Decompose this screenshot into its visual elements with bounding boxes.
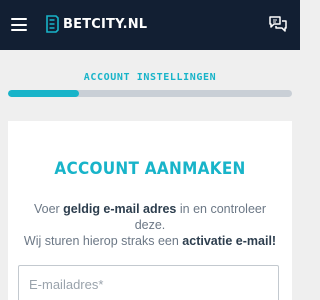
progress-bar: [8, 90, 292, 97]
top-navigation-bar: BETCITY.NL: [0, 0, 300, 50]
instruction-text: Wij sturen hierop straks een: [23, 234, 183, 248]
betcity-logo-mark-icon: [46, 15, 59, 33]
progress-fill: [8, 90, 79, 97]
chat-button[interactable]: [268, 14, 288, 34]
step-label: ACCOUNT INSTELLINGEN: [83, 72, 217, 83]
hamburger-line: [11, 18, 27, 20]
betcity-logo[interactable]: BETCITY.NL: [46, 14, 147, 34]
email-field[interactable]: [18, 265, 279, 300]
instruction-text: Voer: [33, 202, 64, 216]
logo-text: BETCITY.NL: [63, 16, 148, 32]
card-instructions: Voer geldig e-mail adres in en controlee…: [22, 201, 278, 249]
instruction-emphasis: activatie e-mail!: [182, 234, 277, 248]
account-card: ACCOUNT AANMAKEN Voer geldig e-mail adre…: [8, 121, 292, 300]
hamburger-line: [11, 23, 27, 26]
chat-bubbles-icon: [269, 16, 287, 32]
card-title: ACCOUNT AANMAKEN: [54, 159, 246, 179]
hamburger-line: [11, 29, 27, 31]
instruction-emphasis: geldig e-mail adres: [63, 202, 177, 216]
hamburger-icon[interactable]: [11, 18, 27, 31]
